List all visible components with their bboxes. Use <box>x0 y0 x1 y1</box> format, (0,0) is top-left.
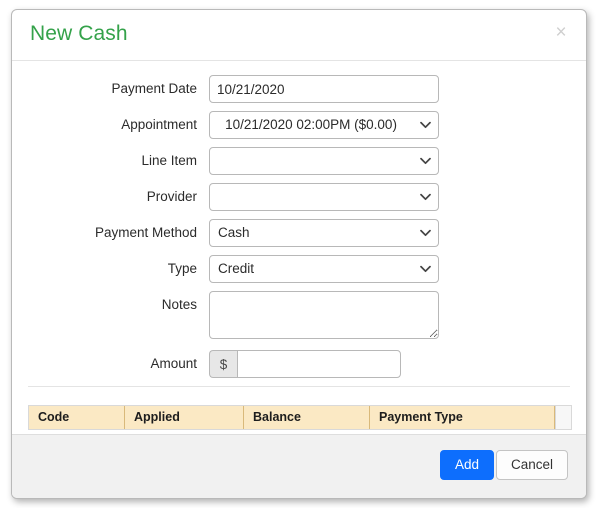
table-header-row: Code Applied Balance Payment Type <box>29 406 571 429</box>
chevron-down-icon <box>420 148 431 174</box>
column-header-balance[interactable]: Balance <box>244 406 370 429</box>
field-row-payment-date: Payment Date <box>12 75 586 103</box>
modal-header: New Cash × <box>12 10 586 61</box>
field-row-amount: Amount $ <box>12 350 586 378</box>
amount-input-group: $ <box>209 350 401 378</box>
label-line-item: Line Item <box>141 153 197 168</box>
line-item-select-value <box>210 148 412 174</box>
modal-footer: Add Cancel <box>12 434 586 498</box>
field-row-type: Type Credit <box>12 255 586 283</box>
field-wrap-provider <box>209 183 439 211</box>
appointment-select-value: 10/21/2020 02:00PM ($0.00) <box>225 117 397 132</box>
payments-table: Code Applied Balance Payment Type <box>28 405 572 430</box>
field-row-line-item: Line Item <box>12 147 586 175</box>
table-scrollbar-gutter[interactable] <box>555 406 571 429</box>
notes-textarea[interactable] <box>209 291 439 339</box>
column-header-payment-type[interactable]: Payment Type <box>370 406 555 429</box>
label-payment-method: Payment Method <box>94 225 197 240</box>
chevron-down-icon <box>420 184 431 210</box>
label-appointment: Appointment <box>121 117 197 132</box>
type-select-value: Credit <box>218 261 255 276</box>
column-header-applied[interactable]: Applied <box>125 406 244 429</box>
chevron-down-icon <box>420 256 431 282</box>
modal-body: Payment Date Appointment 10/21/2020 02:0… <box>12 61 586 433</box>
field-row-notes: Notes <box>12 291 586 339</box>
label-type: Type <box>167 261 197 276</box>
cancel-button[interactable]: Cancel <box>495 450 568 480</box>
type-select[interactable]: Credit <box>209 255 439 283</box>
field-row-payment-method: Payment Method Cash <box>12 219 586 247</box>
field-row-appointment: Appointment 10/21/2020 02:00PM ($0.00) <box>12 111 586 139</box>
field-wrap-amount: $ <box>209 350 401 378</box>
screen: New Cash × Payment Date Appointment 10/2… <box>0 0 598 508</box>
line-item-select[interactable] <box>209 147 439 175</box>
section-divider <box>28 386 570 387</box>
field-wrap-notes <box>209 291 439 339</box>
payment-method-select-value: Cash <box>218 225 250 240</box>
new-cash-modal: New Cash × Payment Date Appointment 10/2… <box>11 9 587 499</box>
payment-method-select[interactable]: Cash <box>209 219 439 247</box>
chevron-down-icon <box>420 112 431 138</box>
currency-symbol: $ <box>209 350 237 378</box>
chevron-down-icon <box>420 220 431 246</box>
amount-input[interactable] <box>237 350 401 378</box>
add-button[interactable]: Add <box>439 450 494 480</box>
page-title: New Cash <box>30 22 128 45</box>
provider-select[interactable] <box>209 183 439 211</box>
payment-date-input[interactable] <box>209 75 439 103</box>
column-header-code[interactable]: Code <box>29 406 125 429</box>
label-notes: Notes <box>161 297 197 312</box>
field-wrap-payment-method: Cash <box>209 219 439 247</box>
provider-select-value <box>210 184 412 210</box>
appointment-select[interactable]: 10/21/2020 02:00PM ($0.00) <box>209 111 439 139</box>
field-wrap-type: Credit <box>209 255 439 283</box>
field-wrap-line-item <box>209 147 439 175</box>
field-wrap-payment-date <box>209 75 439 103</box>
label-payment-date: Payment Date <box>111 81 197 96</box>
close-icon[interactable]: × <box>550 22 572 44</box>
label-amount: Amount <box>150 356 197 371</box>
label-provider: Provider <box>146 189 197 204</box>
field-row-provider: Provider <box>12 183 586 211</box>
field-wrap-appointment: 10/21/2020 02:00PM ($0.00) <box>209 111 439 139</box>
